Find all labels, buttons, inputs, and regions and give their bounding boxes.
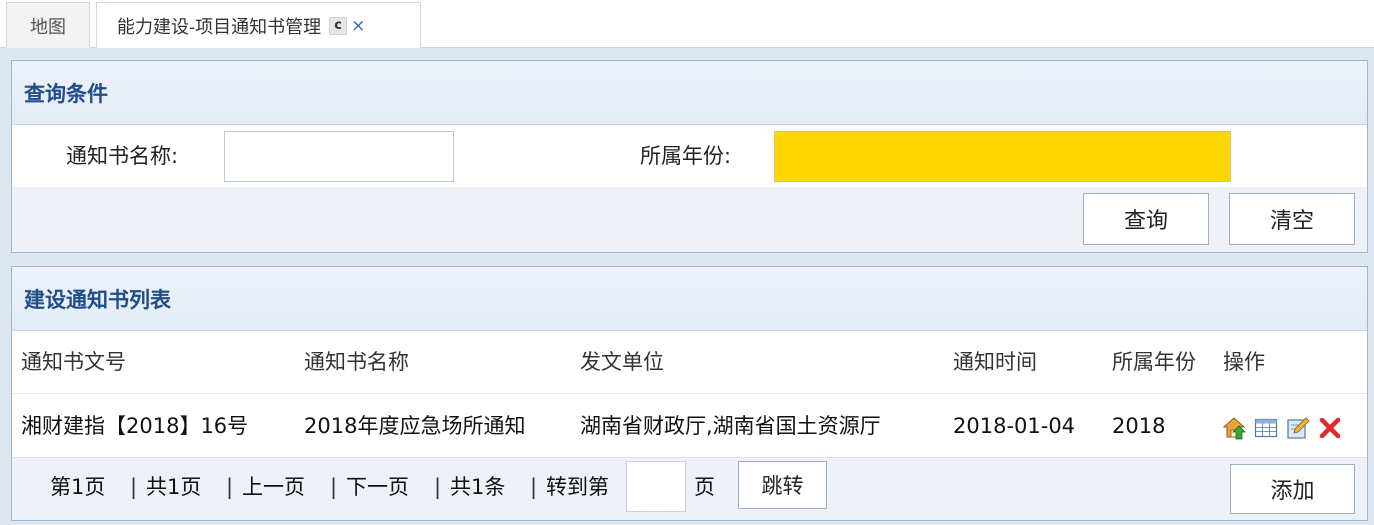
pager-separator: |: [530, 475, 538, 499]
notice-name-input[interactable]: [224, 131, 454, 182]
pager-separator: |: [434, 475, 442, 499]
pager-total-pages: 共1页: [146, 475, 202, 499]
pager-prev-link[interactable]: 上一页: [242, 458, 305, 516]
column-header-date: 通知时间: [953, 350, 1037, 374]
pager-goto-suffix: 页: [694, 475, 715, 499]
table-row: 湘财建指【2018】16号 2018年度应急场所通知 湖南省财政厅,湖南省国土资…: [12, 393, 1367, 457]
query-button-row: 查询 清空: [12, 187, 1367, 252]
jump-button[interactable]: 跳转: [738, 461, 827, 509]
query-button[interactable]: 查询: [1083, 193, 1209, 245]
pagination-bar: 第1页 | 共1页 | 上一页 | 下一页 | 共1条 | 转到第 页 跳转 添…: [12, 457, 1367, 520]
pager-next-link[interactable]: 下一页: [346, 458, 409, 516]
column-header-issuer: 发文单位: [580, 350, 664, 374]
delete-icon[interactable]: [1318, 416, 1342, 440]
tab-bar: 地图 能力建设-项目通知书管理 c ×: [0, 0, 1374, 49]
pager-separator: |: [130, 475, 138, 499]
clear-button[interactable]: 清空: [1229, 193, 1355, 245]
table-header: 通知书文号 通知书名称 发文单位 通知时间 所属年份 操作: [12, 331, 1367, 393]
tab-map[interactable]: 地图: [6, 2, 90, 48]
table-view-icon[interactable]: [1254, 416, 1278, 440]
add-button[interactable]: 添加: [1230, 464, 1355, 514]
edit-icon[interactable]: [1286, 416, 1310, 440]
pager-separator: |: [226, 475, 234, 499]
pager-separator: |: [330, 475, 338, 499]
tab-notice-management-label: 能力建设-项目通知书管理: [117, 17, 322, 38]
query-panel: 查询条件 通知书名称: 所属年份: 查询 清空: [11, 60, 1368, 253]
home-upload-icon[interactable]: [1222, 416, 1246, 440]
column-header-year: 所属年份: [1112, 350, 1196, 374]
pager-goto-input[interactable]: [626, 461, 686, 512]
close-icon[interactable]: ×: [351, 16, 365, 36]
refresh-icon[interactable]: c: [329, 17, 348, 35]
query-form-row: 通知书名称: 所属年份:: [12, 125, 1367, 187]
pager-current-page: 第1页: [50, 475, 106, 499]
row-actions: [1222, 416, 1342, 444]
year-input[interactable]: [774, 131, 1231, 182]
column-header-doc-no: 通知书文号: [21, 350, 126, 374]
column-header-actions: 操作: [1223, 350, 1265, 374]
cell-date: 2018-01-04: [953, 414, 1076, 438]
cell-issuer: 湖南省财政厅,湖南省国土资源厅: [580, 414, 881, 438]
notice-list-title: 建设通知书列表: [12, 267, 1367, 331]
cell-year: 2018: [1112, 414, 1166, 438]
query-panel-title: 查询条件: [12, 61, 1367, 125]
pager-total-items: 共1条: [450, 475, 506, 499]
cell-name: 2018年度应急场所通知: [304, 414, 526, 438]
cell-doc-no: 湘财建指【2018】16号: [21, 414, 249, 438]
year-label: 所属年份:: [640, 144, 732, 168]
notice-name-label: 通知书名称:: [66, 144, 179, 168]
column-header-name: 通知书名称: [304, 350, 409, 374]
pager-goto-prefix: 转到第: [546, 475, 609, 499]
notice-list-panel: 建设通知书列表 通知书文号 通知书名称 发文单位 通知时间 所属年份 操作 湘财…: [11, 266, 1368, 521]
tab-notice-management[interactable]: 能力建设-项目通知书管理 c ×: [96, 2, 421, 49]
tab-map-label: 地图: [30, 16, 66, 38]
